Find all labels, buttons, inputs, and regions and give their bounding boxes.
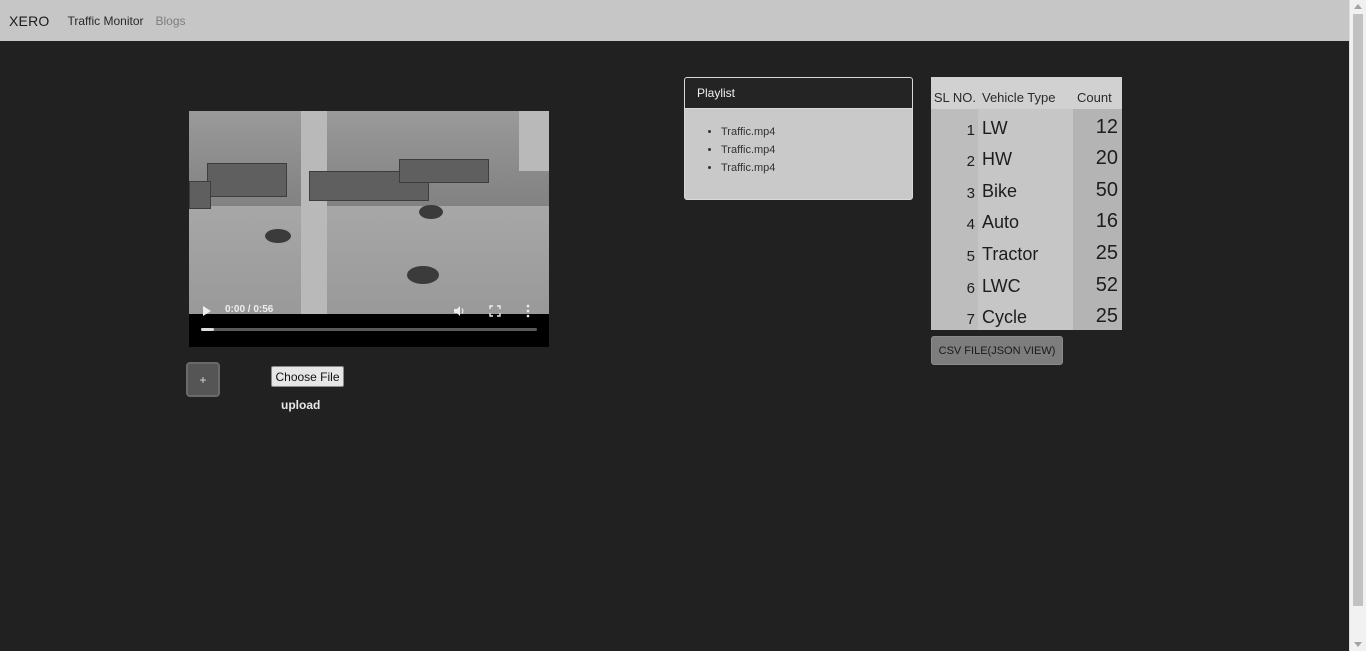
fullscreen-icon[interactable] [489, 305, 501, 317]
cell-count: 52 [1073, 266, 1122, 299]
playlist-item[interactable]: Traffic.mp4 [721, 159, 912, 177]
cell-sl-no: 7 [931, 298, 978, 331]
table-row: 1 LW 12 [931, 109, 1122, 141]
scrollbar-thumb[interactable] [1353, 14, 1363, 606]
table-row: 2 HW 20 [931, 140, 1122, 173]
video-time: 0:00 / 0:56 [225, 304, 274, 315]
cell-count: 12 [1073, 109, 1122, 141]
playlist-item[interactable]: Traffic.mp4 [721, 141, 912, 159]
table-row: 5 Tractor 25 [931, 235, 1122, 267]
csv-json-view-button[interactable]: CSV FILE(JSON VIEW) [931, 336, 1063, 365]
video-frame [189, 111, 549, 314]
playlist-list: Traffic.mp4 Traffic.mp4 Traffic.mp4 [685, 109, 912, 177]
table-row: 3 Bike 50 [931, 172, 1122, 204]
table-row: 7 Cycle 25 [931, 298, 1122, 331]
scroll-down-arrow-icon[interactable] [1354, 642, 1362, 647]
nav-link-blogs[interactable]: Blogs [156, 14, 186, 28]
video-progress-fill [201, 328, 215, 331]
upload-button[interactable]: upload [281, 398, 320, 412]
cell-count: 25 [1073, 235, 1122, 267]
table-row: 6 LWC 52 [931, 266, 1122, 299]
cell-count: 25 [1073, 298, 1122, 331]
cell-vehicle-type: LWC [978, 266, 1073, 299]
vehicle-count-table: SL NO. Vehicle Type Count 1 LW 12 2 HW 2… [931, 77, 1122, 331]
cell-vehicle-type: Tractor [978, 235, 1073, 267]
play-icon[interactable] [203, 306, 211, 316]
cell-sl-no: 4 [931, 203, 978, 236]
cell-vehicle-type: LW [978, 109, 1073, 141]
playlist-item[interactable]: Traffic.mp4 [721, 123, 912, 141]
cell-count: 16 [1073, 203, 1122, 236]
cell-sl-no: 1 [931, 109, 978, 141]
more-options-icon[interactable] [525, 304, 531, 318]
top-navbar: XERO Traffic Monitor Blogs [0, 0, 1349, 41]
cell-vehicle-type: Auto [978, 203, 1073, 236]
cell-count: 20 [1073, 140, 1122, 173]
nav-link-traffic-monitor[interactable]: Traffic Monitor [67, 14, 143, 28]
cell-vehicle-type: Bike [978, 172, 1073, 204]
cell-sl-no: 3 [931, 172, 978, 204]
page-scrollbar[interactable] [1349, 0, 1366, 651]
cell-sl-no: 2 [931, 140, 978, 173]
cell-sl-no: 6 [931, 266, 978, 299]
video-progress-bar[interactable] [201, 328, 537, 331]
scroll-up-arrow-icon[interactable] [1354, 4, 1362, 9]
playlist-title: Playlist [685, 78, 912, 109]
cell-count: 50 [1073, 172, 1122, 204]
add-button[interactable]: + [186, 362, 220, 397]
video-player[interactable]: 0:00 / 0:56 [189, 111, 549, 347]
brand-logo[interactable]: XERO [9, 13, 49, 29]
choose-file-button[interactable]: Choose File [271, 366, 344, 387]
column-header-count: Count [1073, 77, 1122, 109]
cell-vehicle-type: HW [978, 140, 1073, 173]
table-row: 4 Auto 16 [931, 203, 1122, 236]
volume-icon[interactable] [453, 305, 465, 317]
column-header-sl-no: SL NO. [931, 77, 978, 109]
cell-vehicle-type: Cycle [978, 298, 1073, 331]
cell-sl-no: 5 [931, 235, 978, 267]
playlist-panel: Playlist Traffic.mp4 Traffic.mp4 Traffic… [684, 77, 913, 200]
column-header-vehicle-type: Vehicle Type [978, 77, 1073, 109]
table-header-row: SL NO. Vehicle Type Count [931, 77, 1122, 109]
video-controls: 0:00 / 0:56 [189, 296, 549, 347]
